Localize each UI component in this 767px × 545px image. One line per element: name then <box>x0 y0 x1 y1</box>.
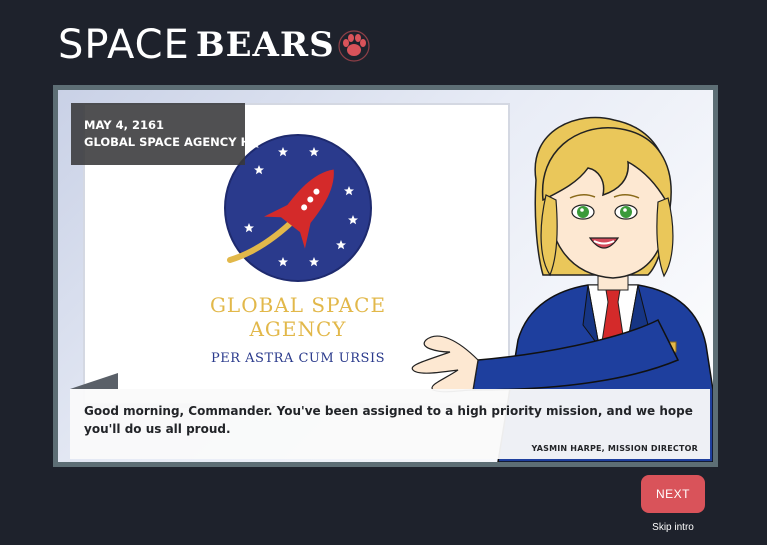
scene-place: GLOBAL SPACE AGENCY HQ <box>84 135 260 149</box>
agency-name-line2: AGENCY <box>248 317 346 341</box>
logo-word-bears: BEARS <box>195 25 335 65</box>
next-button[interactable]: NEXT <box>641 475 705 513</box>
game-logo: SPACE BEARS <box>58 20 371 70</box>
location-caption: MAY 4, 2161 GLOBAL SPACE AGENCY HQ <box>71 103 260 165</box>
skip-intro-link[interactable]: Skip intro <box>641 522 705 533</box>
dialogue-box: Good morning, Commander. You've been ass… <box>70 389 710 459</box>
agency-name-line1: GLOBAL SPACE <box>210 293 386 317</box>
agency-motto: PER ASTRA CUM URSIS <box>211 351 385 366</box>
paw-print-icon <box>338 30 370 62</box>
scene-date: MAY 4, 2161 <box>84 118 164 132</box>
story-scene: GLOBAL SPACE AGENCY PER ASTRA CUM URSIS <box>53 85 718 467</box>
speaker-name: YASMIN HARPE, MISSION DIRECTOR <box>531 444 698 453</box>
agency-emblem-icon <box>224 134 372 282</box>
dialogue-text: Good morning, Commander. You've been ass… <box>84 404 693 436</box>
logo-word-space: SPACE <box>58 22 190 68</box>
